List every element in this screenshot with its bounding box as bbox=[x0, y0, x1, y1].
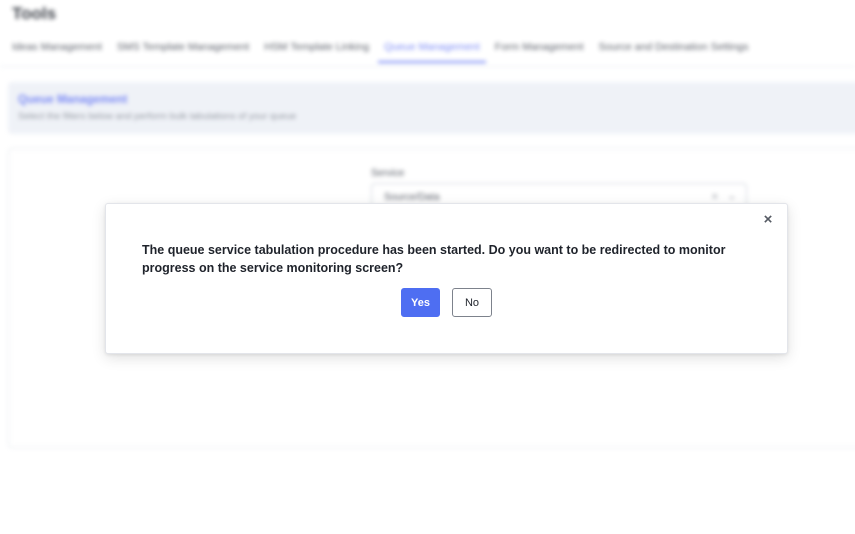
tab-source-destination-settings[interactable]: Source and Destination Settings bbox=[599, 41, 749, 63]
info-card-title: Queue Management bbox=[18, 94, 128, 106]
tab-bar: Ideas Management SMS Template Management… bbox=[12, 41, 764, 63]
page-title: Tools bbox=[12, 4, 57, 23]
close-icon[interactable]: × bbox=[761, 212, 775, 227]
no-button[interactable]: No bbox=[452, 288, 492, 317]
chevron-down-icon[interactable]: ⌄ bbox=[728, 191, 736, 202]
tab-sms-template-management[interactable]: SMS Template Management bbox=[117, 41, 249, 63]
clear-icon[interactable]: × bbox=[712, 191, 718, 203]
tab-queue-management[interactable]: Queue Management bbox=[378, 41, 486, 63]
tabs-divider bbox=[0, 66, 855, 67]
dialog-actions: Yes No bbox=[106, 288, 787, 317]
page: Tools Ideas Management SMS Template Mana… bbox=[0, 0, 855, 534]
dialog-message: The queue service tabulation procedure h… bbox=[142, 243, 726, 275]
info-card-subtitle: Select the filters below and perform bul… bbox=[18, 111, 297, 122]
confirmation-dialog: × The queue service tabulation procedure… bbox=[105, 203, 788, 354]
tab-hsm-template-linking[interactable]: HSM Template Linking bbox=[264, 41, 369, 63]
info-card: Queue Management Select the filters belo… bbox=[8, 82, 855, 134]
tab-ideas-management[interactable]: Ideas Management bbox=[12, 41, 102, 63]
service-select-value: Source/Data bbox=[384, 192, 440, 203]
yes-button[interactable]: Yes bbox=[401, 288, 440, 317]
tab-form-management[interactable]: Form Management bbox=[495, 41, 584, 63]
service-label: Service bbox=[371, 168, 405, 179]
